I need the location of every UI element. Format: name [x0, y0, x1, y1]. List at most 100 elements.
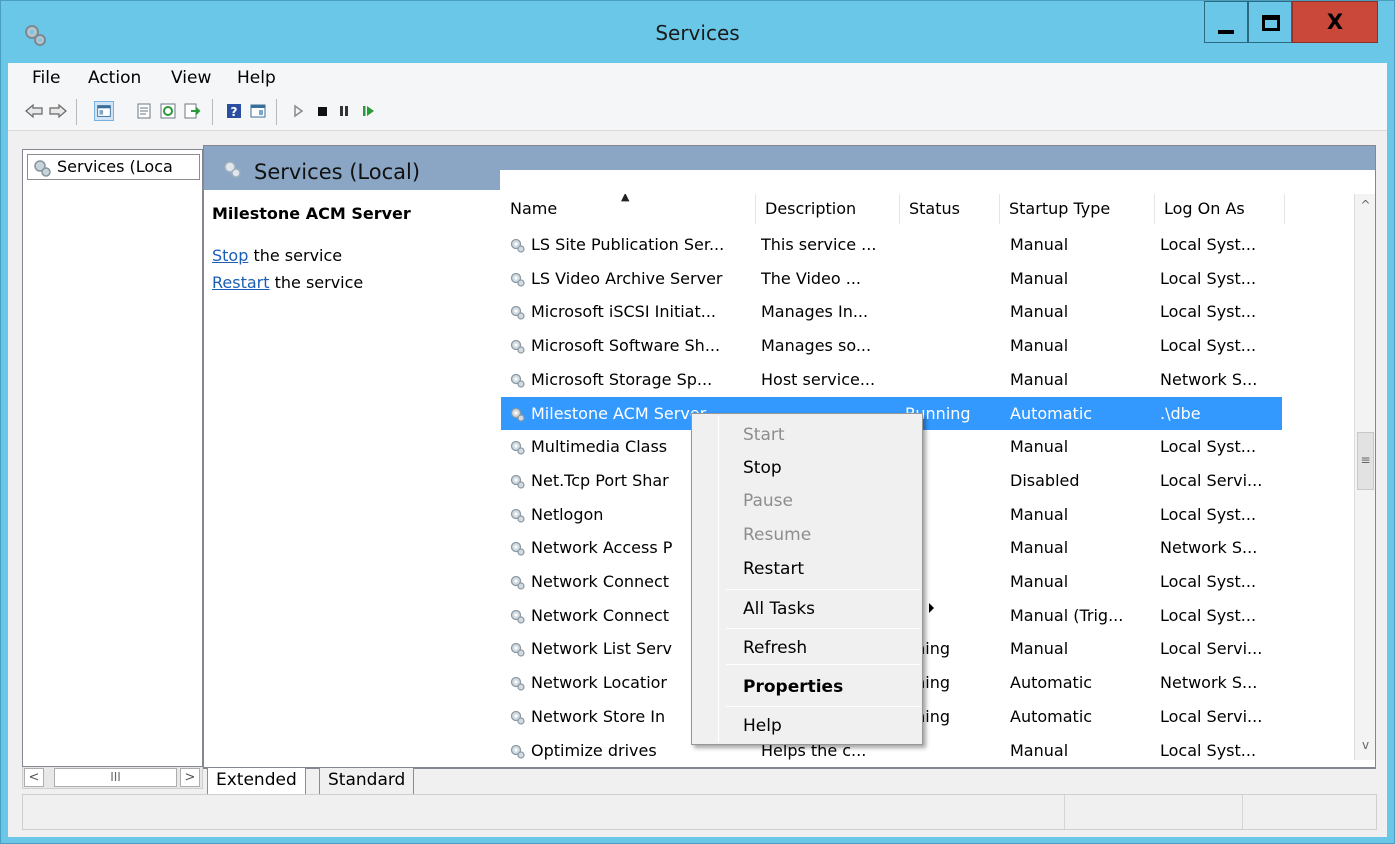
- properties-sheet-icon[interactable]: [134, 101, 154, 121]
- cell-startup: Automatic: [1010, 706, 1093, 726]
- cell-startup: Manual: [1010, 268, 1069, 288]
- cell-startup: Manual: [1010, 369, 1069, 389]
- service-gear-icon: [510, 441, 525, 455]
- column-header-description[interactable]: Description: [756, 194, 900, 224]
- service-gear-icon: [510, 373, 525, 388]
- table-row[interactable]: Microsoft Software Sh... Manages so... Man…: [501, 329, 1282, 362]
- menu-item-label: Help: [743, 716, 782, 736]
- export-list-icon[interactable]: [182, 101, 202, 121]
- table-row[interactable]: Microsoft iSCSI Initiat... Manages In... M…: [501, 295, 1282, 328]
- stop-service-icon[interactable]: [312, 101, 332, 121]
- stop-service-link[interactable]: Stop: [212, 246, 248, 265]
- toolbar-separator: [76, 99, 77, 125]
- menu-item-stop[interactable]: Stop: [720, 453, 920, 485]
- menu-item-label: Resume: [743, 525, 812, 545]
- back-arrow-icon[interactable]: [24, 101, 44, 121]
- tab-extended[interactable]: Extended: [207, 768, 306, 795]
- tree-item-services-local[interactable]: Services (Loca: [27, 154, 200, 180]
- scroll-up-arrow-icon[interactable]: ^: [1357, 196, 1374, 215]
- menu-item-help[interactable]: Help: [720, 711, 920, 743]
- cell-logon: Network S...: [1160, 538, 1258, 558]
- show-action-pane-icon[interactable]: [248, 101, 268, 121]
- list-vertical-scrollbar[interactable]: ^ ≡ v: [1354, 194, 1375, 760]
- menu-item-restart[interactable]: Restart: [720, 554, 920, 586]
- service-gear-icon: [510, 306, 525, 320]
- menu-item-resume[interactable]: Resume: [720, 520, 920, 552]
- menu-bar: File Action View Help: [8, 63, 1387, 93]
- menu-file[interactable]: File: [32, 68, 60, 88]
- cell-logon: Local Servi...: [1160, 639, 1263, 659]
- table-row[interactable]: Microsoft Storage Sp... Host service... Ma…: [501, 363, 1282, 396]
- show-hide-console-tree-icon[interactable]: [94, 101, 114, 121]
- service-gear-icon: [510, 272, 525, 287]
- cell-logon: Local Servi...: [1160, 470, 1263, 490]
- scroll-thumb[interactable]: ≡: [1357, 432, 1374, 490]
- cell-logon: Local Syst...: [1160, 336, 1257, 356]
- menu-item-refresh[interactable]: Refresh: [720, 633, 920, 665]
- start-service-icon[interactable]: [288, 101, 308, 121]
- column-header-log-on-as[interactable]: Log On As: [1155, 194, 1285, 224]
- close-button[interactable]: X: [1292, 1, 1378, 43]
- help-icon[interactable]: ?: [224, 101, 244, 121]
- cell-logon: Local Syst...: [1160, 302, 1257, 322]
- menu-separator: [726, 628, 920, 629]
- column-header-status[interactable]: Status: [900, 194, 1000, 224]
- menu-help[interactable]: Help: [237, 68, 276, 88]
- column-header-name[interactable]: Name ▲: [501, 194, 756, 224]
- cell-logon: Local Servi...: [1160, 706, 1263, 726]
- menu-separator: [726, 664, 920, 665]
- cell-description: Host service...: [761, 369, 876, 389]
- tree-item-label: Services (Loca: [57, 157, 173, 176]
- context-menu: Start Stop Pause Resume Restart All Tasks Refr…: [691, 413, 934, 745]
- menu-item-label: Refresh: [743, 638, 808, 658]
- menu-item-label: All Tasks: [743, 599, 816, 619]
- cell-logon: Local Syst...: [1160, 268, 1257, 288]
- menu-item-properties[interactable]: Properties: [720, 672, 920, 704]
- table-row[interactable]: LS Site Publication Ser... This service .…: [501, 228, 1282, 261]
- cell-name: LS Site Publication Ser...: [531, 235, 725, 254]
- cell-startup: Manual: [1010, 336, 1069, 356]
- tab-standard[interactable]: Standard: [319, 768, 415, 795]
- scroll-thumb[interactable]: III: [54, 768, 177, 787]
- menu-item-start[interactable]: Start: [720, 420, 920, 452]
- stop-service-suffix: the service: [248, 246, 343, 265]
- menu-item-all-tasks[interactable]: All Tasks: [720, 594, 934, 626]
- forward-arrow-icon[interactable]: [48, 101, 68, 121]
- tree-horizontal-scrollbar[interactable]: < III >: [22, 767, 203, 789]
- minimize-button[interactable]: [1204, 1, 1248, 43]
- menu-view[interactable]: View: [171, 68, 211, 88]
- service-gear-icon: [510, 407, 525, 422]
- cell-startup: Manual (Trig...: [1010, 605, 1124, 625]
- service-gear-icon: [510, 339, 525, 354]
- service-gear-icon: [510, 676, 525, 691]
- submenu-arrow-icon: [929, 603, 934, 613]
- maximize-button[interactable]: [1248, 1, 1292, 43]
- scroll-right-button[interactable]: >: [180, 768, 200, 787]
- toolbar-separator: [212, 99, 213, 125]
- cell-logon: Local Syst...: [1160, 740, 1257, 760]
- refresh-icon[interactable]: [158, 101, 178, 121]
- menu-gutter: [718, 416, 719, 742]
- cell-description: The Video ...: [761, 268, 862, 288]
- pause-service-icon[interactable]: [334, 101, 354, 121]
- menu-item-pause[interactable]: Pause: [720, 486, 920, 518]
- status-bar: [22, 794, 1377, 830]
- table-row[interactable]: LS Video Archive Server The Video ... Manu…: [501, 262, 1282, 295]
- service-gear-icon: [510, 474, 525, 489]
- title-bar[interactable]: Services X: [1, 1, 1394, 63]
- minimize-icon: [1218, 30, 1234, 34]
- menu-action[interactable]: Action: [88, 68, 141, 88]
- column-header-startup-type[interactable]: Startup Type: [1000, 194, 1155, 224]
- cell-name: Microsoft Software Sh...: [531, 336, 721, 356]
- restart-service-link[interactable]: Restart: [212, 273, 270, 292]
- cell-name: Microsoft Storage Sp...: [531, 369, 713, 389]
- scroll-down-arrow-icon[interactable]: v: [1357, 736, 1374, 755]
- cell-description: This service ...: [761, 235, 877, 254]
- close-icon: X: [1326, 10, 1344, 34]
- restart-service-icon[interactable]: [358, 101, 378, 121]
- scroll-left-button[interactable]: <: [24, 768, 44, 787]
- toolbar-separator: [276, 99, 277, 125]
- cell-name: LS Video Archive Server: [531, 268, 723, 288]
- menu-item-label: Pause: [743, 491, 793, 511]
- sort-ascending-icon: ▲: [621, 194, 630, 203]
